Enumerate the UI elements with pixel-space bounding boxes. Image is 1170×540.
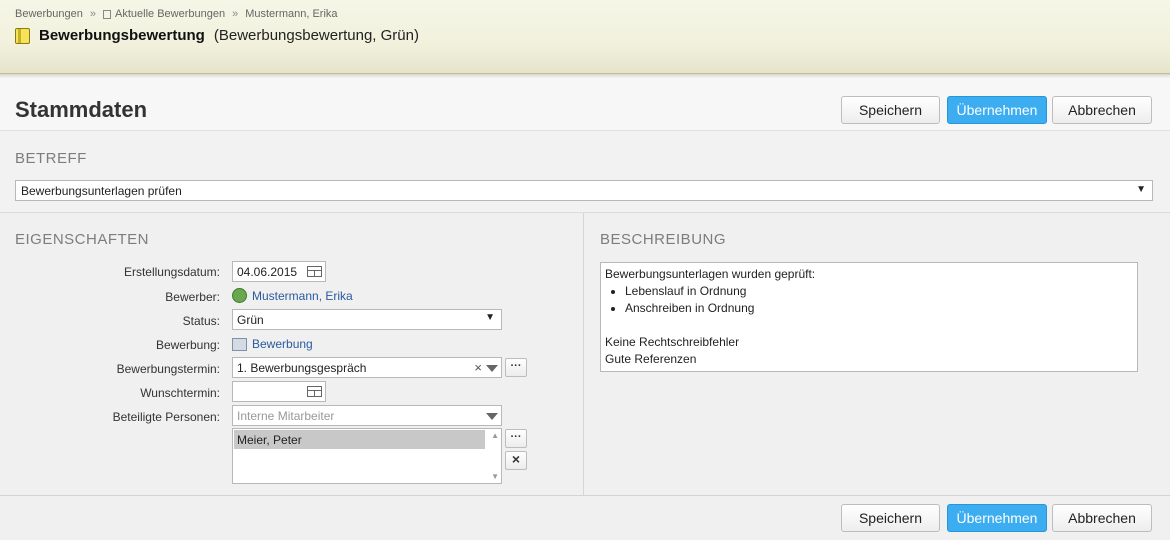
page-title: Stammdaten — [15, 97, 148, 122]
breadcrumb-item-aktuelle[interactable]: Aktuelle Bewerbungen — [115, 8, 225, 20]
beteiligte-listbox[interactable]: Meier, Peter ▲ ▼ — [232, 428, 502, 484]
bewerbung-link[interactable]: Bewerbung — [232, 337, 313, 351]
calendar-icon[interactable] — [307, 266, 322, 277]
record-title: Bewerbungsbewertung — [39, 27, 205, 44]
breadcrumb-item-bewerbungen[interactable]: Bewerbungen — [15, 8, 83, 20]
betreff-section: BETREFF Bewerbungsunterlagen prüfen ▼ — [0, 131, 1170, 213]
betreff-value: Bewerbungsunterlagen prüfen — [21, 184, 182, 198]
dropdown-arrow-icon[interactable] — [486, 413, 498, 420]
bewerbung-value: Bewerbung — [252, 337, 313, 351]
title-row: Bewerbungsbewertung (Bewerbungsbewertung… — [15, 27, 419, 44]
caret-down-icon: ▼ — [1136, 184, 1146, 195]
beschreibung-editor[interactable]: Bewerbungsunterlagen wurden geprüft: Leb… — [600, 262, 1138, 372]
beschreibung-panel: BESCHREIBUNG Bewerbungsunterlagen wurden… — [585, 213, 1170, 495]
header: Bewerbungen » Aktuelle Bewerbungen » Mus… — [0, 0, 1170, 77]
erstellungsdatum-field[interactable]: 04.06.2015 — [232, 261, 326, 282]
apply-button-bottom[interactable]: Übernehmen — [947, 504, 1047, 532]
beteiligte-combobox[interactable]: Interne Mitarbeiter — [232, 405, 502, 426]
beteiligte-label: Beteiligte Personen: — [112, 410, 220, 424]
bewerbungstermin-combobox[interactable]: 1. Bewerbungsgespräch × — [232, 357, 502, 378]
bewerber-label: Bewerber: — [165, 290, 220, 304]
erstellungsdatum-value: 04.06.2015 — [237, 265, 298, 279]
list-icon — [103, 9, 112, 19]
beschreibung-list: Lebenslauf in Ordnung Anschreiben in Ord… — [625, 283, 1133, 317]
cancel-button-top[interactable]: Abbrechen — [1052, 96, 1152, 124]
save-button-top[interactable]: Speichern — [841, 96, 940, 124]
status-value: Grün — [237, 313, 264, 327]
beschreibung-line: Gute Referenzen — [605, 352, 697, 366]
erstellungsdatum-label: Erstellungsdatum: — [123, 265, 220, 279]
application-icon — [232, 337, 247, 351]
list-item: Anschreiben in Ordnung — [625, 300, 1133, 317]
status-label: Status: — [182, 314, 220, 328]
bewerber-value: Mustermann, Erika — [252, 288, 353, 303]
status-select[interactable]: Grün ▼ — [232, 309, 502, 330]
person-icon — [232, 288, 247, 303]
breadcrumb-separator: » — [232, 8, 239, 20]
caret-down-icon: ▼ — [485, 312, 495, 323]
bewerbungstermin-label: Bewerbungstermin: — [116, 362, 220, 376]
apply-button-top[interactable]: Übernehmen — [947, 96, 1047, 124]
top-toolbar: Stammdaten Speichern Übernehmen Abbreche… — [0, 78, 1170, 131]
calendar-icon[interactable] — [307, 386, 322, 397]
bewerbung-label: Bewerbung: — [155, 338, 220, 352]
beteiligte-more-button[interactable]: ··· — [505, 429, 527, 448]
beschreibung-intro: Bewerbungsunterlagen wurden geprüft: — [605, 267, 816, 281]
bottom-toolbar: Speichern Übernehmen Abbrechen — [0, 495, 1170, 540]
scroll-down-icon[interactable]: ▼ — [491, 472, 499, 481]
bewerbungstermin-more-button[interactable]: ··· — [505, 358, 527, 377]
beschreibung-line: Keine Rechtschreibfehler — [605, 335, 740, 349]
list-item: Lebenslauf in Ordnung — [625, 283, 1133, 300]
bewerbungstermin-value: 1. Bewerbungsgespräch — [237, 361, 367, 375]
breadcrumb-item-current[interactable]: Mustermann, Erika — [245, 8, 337, 20]
wunschtermin-field[interactable] — [232, 381, 326, 402]
save-button-bottom[interactable]: Speichern — [841, 504, 940, 532]
record-subtitle: (Bewerbungsbewertung, Grün) — [213, 27, 419, 44]
eigenschaften-heading: EIGENSCHAFTEN — [15, 231, 150, 248]
betreff-heading: BETREFF — [15, 150, 87, 167]
wunschtermin-label: Wunschtermin: — [140, 386, 220, 400]
dropdown-arrow-icon[interactable] — [486, 365, 498, 372]
betreff-select[interactable]: Bewerbungsunterlagen prüfen ▼ — [15, 180, 1153, 201]
clear-icon[interactable]: × — [474, 360, 482, 375]
beteiligte-remove-button[interactable]: × — [505, 451, 527, 470]
breadcrumb: Bewerbungen » Aktuelle Bewerbungen » Mus… — [15, 8, 338, 20]
bewerber-link[interactable]: Mustermann, Erika — [232, 288, 353, 303]
scroll-up-icon[interactable]: ▲ — [491, 431, 499, 440]
beteiligte-placeholder: Interne Mitarbeiter — [237, 409, 335, 423]
list-item[interactable]: Meier, Peter — [234, 430, 485, 449]
cancel-button-bottom[interactable]: Abbrechen — [1052, 504, 1152, 532]
breadcrumb-separator: » — [89, 8, 97, 20]
note-icon — [15, 27, 30, 44]
beschreibung-heading: BESCHREIBUNG — [600, 231, 727, 248]
